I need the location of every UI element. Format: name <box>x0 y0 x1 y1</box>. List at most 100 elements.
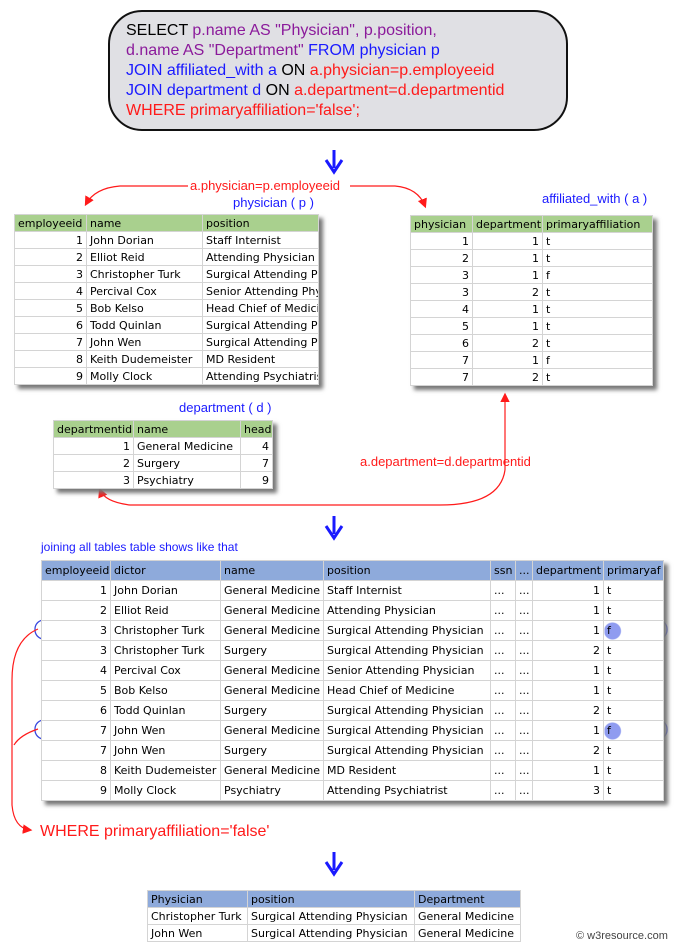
table-row: 32t <box>410 283 653 301</box>
column-header: department <box>472 215 543 233</box>
table-cell: General Medicine <box>414 907 521 925</box>
table-cell: ... <box>515 740 533 761</box>
table-row: 41t <box>410 300 653 318</box>
table-row: 5 Bob Kelso General Medicine Head Chief of … <box>41 680 664 701</box>
column-header: ... <box>515 560 533 581</box>
table-cell: ... <box>515 600 533 621</box>
table-cell: 4 <box>14 282 87 300</box>
table-cell: t <box>542 249 653 267</box>
header-row: employeeid dictor name position ssn... depart… <box>41 560 664 581</box>
column-header: primaryaffiliation <box>542 215 653 233</box>
table-row: 71f <box>410 351 653 369</box>
table-cell: 5 <box>410 317 473 335</box>
table-cell: Elliot Reid <box>86 248 203 266</box>
table-cell: Psychiatry <box>133 471 241 489</box>
table-cell: MD Resident <box>323 760 491 781</box>
table-row: 21t <box>410 249 653 267</box>
table-cell: John Wen <box>110 720 221 741</box>
table-cell: Senior Attending Physician <box>323 660 491 681</box>
header-row: employeeid name position <box>14 214 319 232</box>
table-row: 11t <box>410 232 653 250</box>
column-header: position <box>202 214 319 232</box>
table-cell: 3 <box>14 265 87 283</box>
affiliated-with-table: physician department primaryaffiliation 1 1 t… <box>410 215 653 386</box>
table-row: 7 John Wen General Medicine Surgical Attend… <box>41 720 664 741</box>
table-cell: 1 <box>532 680 604 701</box>
table-cell: 1 <box>53 437 134 455</box>
column-header: Department <box>414 890 521 908</box>
table-cell: t <box>603 740 664 761</box>
table-cell: Surgical Attending Physician <box>247 907 415 925</box>
table-cell: Surgical Attending Physician <box>323 720 491 741</box>
table-cell: Surgical Attending Ph <box>202 265 319 283</box>
table-cell: Attending Psychiatris <box>202 367 319 385</box>
table-cell: 2 <box>14 248 87 266</box>
table-cell: 6 <box>410 334 473 352</box>
table-cell: Percival Cox <box>86 282 203 300</box>
table-cell: John Wen <box>86 333 203 351</box>
table-cell: 3 <box>410 283 473 301</box>
table-cell: 1 <box>532 760 604 781</box>
table-cell: t <box>603 600 664 621</box>
table-cell: ... <box>490 620 516 641</box>
table-cell: 1 <box>14 231 87 249</box>
table-cell: t <box>603 680 664 701</box>
table-row: 2 Elliot Reid General Medicine Attending Ph… <box>41 600 664 621</box>
column-header: name <box>86 214 203 232</box>
table-row: 3 Psychiatry 9 <box>53 471 273 489</box>
table-cell: Attending Psychiatrist <box>323 780 491 801</box>
table-cell: 1 <box>532 580 604 601</box>
table-cell: MD Resident <box>202 350 319 368</box>
table-cell: 2 <box>532 700 604 721</box>
table-cell: t <box>603 580 664 601</box>
table-row: 3 Christopher Turk Surgery Surgical Attendi… <box>41 640 664 661</box>
down-arrow-icon <box>324 516 344 541</box>
table-cell: 8 <box>14 350 87 368</box>
column-header: employeeid <box>14 214 87 232</box>
table-cell: ... <box>515 760 533 781</box>
table-cell: 7 <box>14 333 87 351</box>
department-table: departmentid name head 1 General Medicine 4 2 S… <box>53 420 273 489</box>
table-cell: 6 <box>14 316 87 334</box>
table-cell: t <box>603 780 664 801</box>
table-cell: 1 <box>472 351 543 369</box>
table-cell: Surgical Attending Physician <box>323 700 491 721</box>
table-cell: 7 <box>410 368 473 386</box>
join-arrow-physician <box>84 185 188 207</box>
table-cell: Christopher Turk <box>110 640 221 661</box>
table-cell: Surgical Attending Physician <box>323 740 491 761</box>
table-cell: 5 <box>41 680 111 701</box>
table-cell: 2 <box>53 454 134 472</box>
column-header: physician <box>410 215 473 233</box>
table-row: 4 Percival Cox Senior Attending Phys <box>14 282 319 300</box>
column-header: dictor <box>110 560 221 581</box>
table-cell: 3 <box>41 620 111 641</box>
table-cell: Keith Dudemeister <box>86 350 203 368</box>
table-cell: f <box>603 720 664 741</box>
table-cell: Elliot Reid <box>110 600 221 621</box>
table-cell: 1 <box>532 660 604 681</box>
table-row: 5 Bob Kelso Head Chief of Medici <box>14 299 319 317</box>
table-cell: 9 <box>41 780 111 801</box>
table-cell: 7 <box>240 454 273 472</box>
table-cell: 2 <box>410 249 473 267</box>
table-cell: t <box>542 300 653 318</box>
table-cell: John Wen <box>147 924 248 942</box>
table-cell: Christopher Turk <box>147 907 248 925</box>
table-cell: ... <box>490 680 516 701</box>
table-row: 51t <box>410 317 653 335</box>
table-cell: Surgical Attending Physician <box>323 640 491 661</box>
table-cell: Todd Quinlan <box>86 316 203 334</box>
table-cell: Attending Physician <box>323 600 491 621</box>
table-cell: Keith Dudemeister <box>110 760 221 781</box>
table-row: 3 Christopher Turk Surgical Attending Ph <box>14 265 319 283</box>
where-clause-label: WHERE primaryaffiliation='false' <box>40 823 270 840</box>
column-header: name <box>220 560 324 581</box>
down-arrow-icon <box>324 852 344 877</box>
table-cell: Attending Physician <box>202 248 319 266</box>
header-row: Physician position Department <box>147 890 521 908</box>
table-cell: Staff Internist <box>323 580 491 601</box>
table-row: 2 Elliot Reid Attending Physician <box>14 248 319 266</box>
table-cell: 1 <box>472 266 543 284</box>
table-cell: 1 <box>532 600 604 621</box>
